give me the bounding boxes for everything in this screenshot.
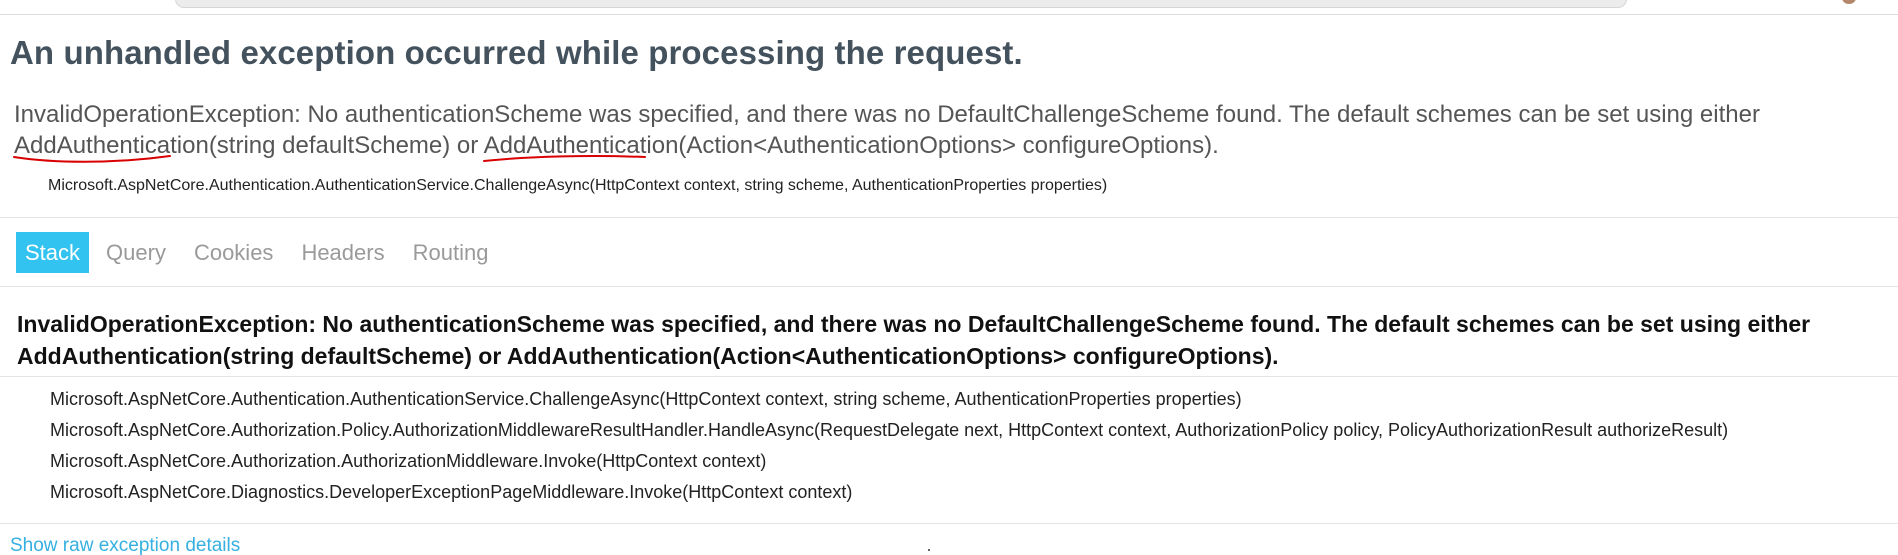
divider (0, 217, 1898, 218)
stack-frame[interactable]: Microsoft.AspNetCore.Diagnostics.Develop… (50, 477, 1728, 508)
tab-routing[interactable]: Routing (410, 232, 492, 273)
error-location: Microsoft.AspNetCore.Authentication.Auth… (48, 177, 1108, 194)
underlined-method-2: AddAuthentication (482, 132, 678, 162)
tab-bar: Stack Query Cookies Headers Routing (16, 232, 513, 273)
address-bar[interactable] (175, 0, 1627, 8)
tab-cookies[interactable]: Cookies (191, 232, 276, 273)
tab-query[interactable]: Query (103, 232, 169, 273)
browser-toolbar (0, 0, 1898, 15)
exception-header: InvalidOperationException: No authentica… (17, 311, 1811, 369)
error-summary-text-1: InvalidOperationException: No authentica… (14, 101, 1760, 128)
stack-frame[interactable]: Microsoft.AspNetCore.Authorization.Polic… (50, 415, 1728, 446)
divider (0, 523, 1898, 524)
error-summary-text-2: (string defaultScheme) or (208, 132, 484, 159)
page-title: An unhandled exception occurred while pr… (10, 34, 1023, 71)
divider (0, 286, 1898, 287)
divider (0, 376, 1898, 377)
stack-frame[interactable]: Microsoft.AspNetCore.Authorization.Autho… (50, 446, 1728, 477)
error-summary-text-3: (Action<AuthenticationOptions> configure… (678, 132, 1219, 159)
stack-frame-list: Microsoft.AspNetCore.Authentication.Auth… (50, 384, 1728, 508)
red-underline-annotation-2 (482, 155, 646, 162)
red-underline-annotation-1 (13, 155, 171, 163)
tab-headers[interactable]: Headers (298, 232, 387, 273)
show-raw-exception-details-link[interactable]: Show raw exception details (10, 535, 240, 555)
cursor-artifact (928, 549, 930, 551)
error-summary: InvalidOperationException: No authentica… (13, 99, 1874, 163)
stack-frame[interactable]: Microsoft.AspNetCore.Authentication.Auth… (50, 384, 1728, 415)
tab-stack[interactable]: Stack (16, 232, 90, 273)
profile-avatar[interactable] (1842, 0, 1856, 4)
underlined-method-1: AddAuthentication (13, 132, 209, 163)
